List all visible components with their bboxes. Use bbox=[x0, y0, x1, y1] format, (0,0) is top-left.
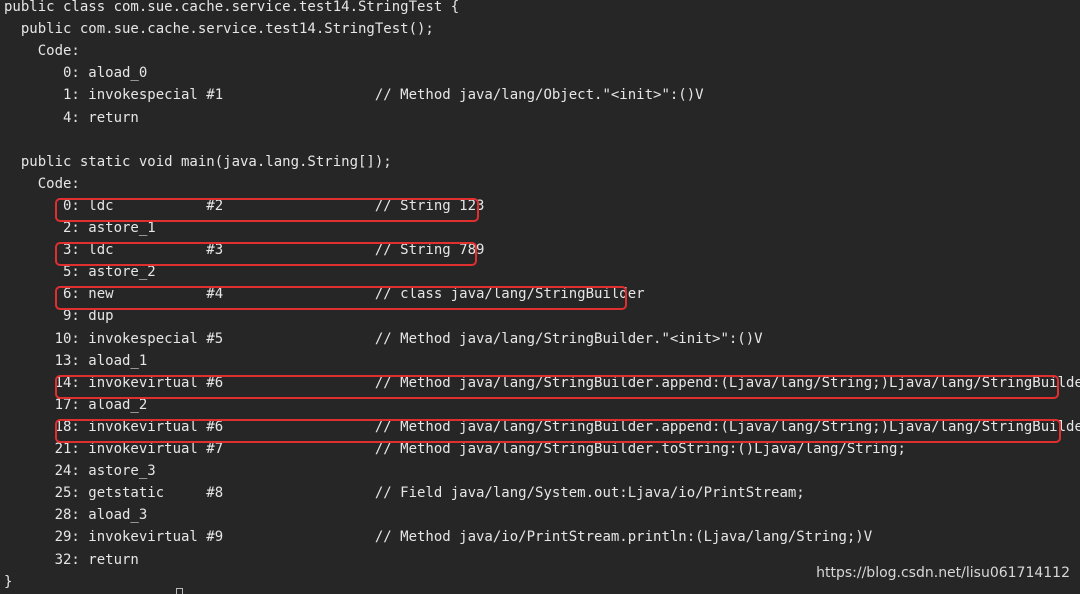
code-line: } bbox=[4, 573, 13, 590]
code-line: 10: invokespecial #5 // Method java/lang… bbox=[4, 330, 763, 347]
code-line: public com.sue.cache.service.test14.Stri… bbox=[4, 21, 434, 38]
code-line: 13: aload_1 bbox=[4, 352, 148, 369]
code-line: 2: astore_1 bbox=[4, 220, 156, 236]
code-line: public static void main(java.lang.String… bbox=[4, 153, 392, 170]
code-line: 0: aload_0 bbox=[4, 65, 148, 82]
code-line: 9: dup bbox=[4, 308, 114, 325]
code-line: 29: invokevirtual #9 // Method java/io/P… bbox=[4, 529, 873, 546]
watermark-url: https://blog.csdn.net/lisu061714112 bbox=[816, 565, 1070, 581]
code-line: 14: invokevirtual #6 // Method java/lang… bbox=[4, 374, 1080, 391]
code-line: Code: bbox=[4, 43, 80, 60]
code-line: 6: new #4 // class java/lang/StringBuild… bbox=[4, 286, 645, 303]
code-line: 21: invokevirtual #7 // Method java/lang… bbox=[4, 441, 906, 457]
code-line: 4: return bbox=[4, 109, 139, 126]
code-line: 0: ldc #2 // String 123 bbox=[4, 197, 485, 214]
code-line: public class com.sue.cache.service.test1… bbox=[4, 0, 460, 15]
code-line: 1: invokespecial #1 // Method java/lang/… bbox=[4, 87, 704, 104]
code-line: 5: astore_2 bbox=[4, 264, 156, 281]
code-line: 32: return bbox=[4, 551, 139, 568]
code-line: Code: bbox=[4, 175, 80, 192]
cursor-icon bbox=[176, 588, 183, 594]
code-line: 3: ldc #3 // String 789 bbox=[4, 242, 485, 259]
code-line: 24: astore_3 bbox=[4, 463, 156, 480]
code-line: 25: getstatic #8 // Field java/lang/Syst… bbox=[4, 485, 805, 502]
bytecode-listing: public class com.sue.cache.service.test1… bbox=[0, 0, 1080, 594]
code-line: 17: aload_2 bbox=[4, 396, 148, 413]
code-line: 18: invokevirtual #6 // Method java/lang… bbox=[4, 418, 1080, 435]
code-line: 28: aload_3 bbox=[4, 507, 148, 524]
